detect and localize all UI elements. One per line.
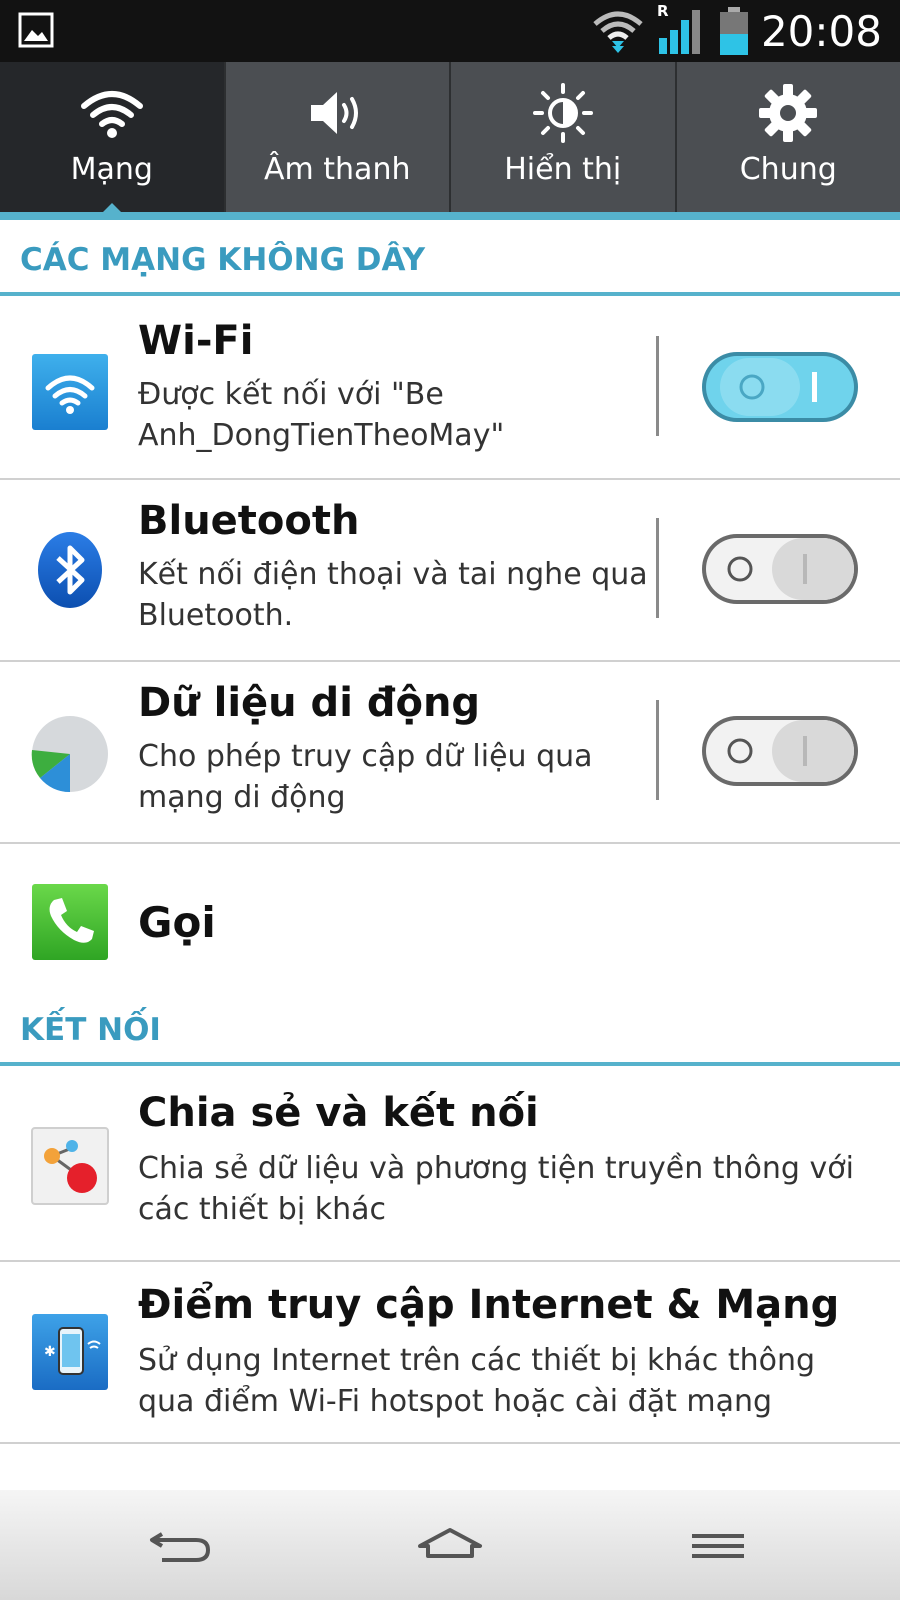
tab-label: Chung	[739, 152, 837, 187]
section-title: KẾT NỐI	[20, 1012, 161, 1048]
phone-icon	[32, 884, 108, 960]
row-title: Gọi	[138, 898, 216, 947]
tab-underline	[0, 212, 900, 220]
share-connect-icon	[31, 1127, 109, 1205]
menu-icon	[692, 1534, 744, 1558]
signal-icon: R	[657, 2, 707, 56]
section-header-connections: KẾT NỐI	[0, 992, 900, 1066]
tab-label: Mạng	[70, 152, 153, 187]
menu-button[interactable]	[678, 1518, 758, 1574]
row-description: Kết nối điện thoại và tai nghe qua Bluet…	[138, 557, 648, 633]
bluetooth-icon	[38, 532, 102, 608]
battery-icon	[719, 7, 748, 55]
svg-text:✱: ✱	[44, 1344, 56, 1360]
row-divider	[656, 700, 659, 800]
settings-row-wifi[interactable]: Wi-Fi Được kết nối với "Be Anh_DongTienT…	[0, 296, 900, 480]
row-title: Dữ liệu di động	[138, 680, 481, 726]
back-icon	[150, 1532, 211, 1562]
wifi-status-icon	[593, 11, 643, 53]
tab-label: Hiển thị	[504, 152, 622, 187]
status-bar: R 20:08	[0, 0, 900, 62]
mobile-data-toggle[interactable]	[700, 714, 860, 788]
settings-row-call[interactable]: Gọi	[0, 842, 900, 992]
row-divider	[656, 336, 659, 436]
tab-display[interactable]: Hiển thị	[451, 62, 677, 214]
bluetooth-toggle[interactable]	[700, 532, 860, 606]
back-button[interactable]	[140, 1518, 220, 1574]
settings-row-hotspot[interactable]: ✱ Điểm truy cập Internet & Mạng Sử dụng …	[0, 1260, 900, 1444]
settings-row-bluetooth[interactable]: Bluetooth Kết nối điện thoại và tai nghe…	[0, 478, 900, 662]
tab-network[interactable]: Mạng	[0, 62, 226, 216]
row-divider	[656, 518, 659, 618]
row-title: Bluetooth	[138, 498, 360, 544]
wifi-toggle[interactable]	[700, 350, 860, 424]
row-description: Sử dụng Internet trên các thiết bị khác …	[138, 1343, 816, 1419]
gear-icon	[759, 84, 818, 142]
hotspot-icon: ✱	[32, 1314, 108, 1390]
mobile-data-pie-icon	[31, 716, 108, 793]
settings-row-share-connect[interactable]: Chia sẻ và kết nối Chia sẻ dữ liệu và ph…	[0, 1066, 900, 1262]
home-button[interactable]	[410, 1518, 490, 1574]
wifi-settings-icon	[32, 354, 108, 430]
tab-label: Âm thanh	[264, 152, 411, 187]
row-description: Chia sẻ dữ liệu và phương tiện truyền th…	[138, 1151, 854, 1227]
navigation-bar	[0, 1490, 900, 1600]
brightness-icon	[532, 83, 593, 143]
row-description: Cho phép truy cập dữ liệu qua mạng di độ…	[138, 739, 593, 815]
row-title: Chia sẻ và kết nối	[138, 1090, 539, 1136]
row-description: Được kết nối với "Be Anh_DongTienTheoMay…	[138, 377, 505, 453]
settings-row-mobile-data[interactable]: Dữ liệu di động Cho phép truy cập dữ liệ…	[0, 660, 900, 844]
wifi-icon	[80, 91, 143, 138]
clock: 20:08	[760, 6, 882, 56]
home-icon	[418, 1528, 482, 1558]
row-title: Điểm truy cập Internet & Mạng	[138, 1282, 840, 1328]
section-header-wireless: CÁC MẠNG KHÔNG DÂY	[0, 222, 900, 296]
speaker-icon	[311, 92, 359, 134]
row-title: Wi-Fi	[138, 318, 254, 364]
tab-general[interactable]: Chung	[677, 62, 900, 214]
gallery-icon	[18, 12, 54, 48]
section-title: CÁC MẠNG KHÔNG DÂY	[20, 242, 426, 278]
tab-sound[interactable]: Âm thanh	[226, 62, 451, 214]
settings-tabs: Mạng Âm thanh Hiển thị Chung	[0, 62, 900, 216]
